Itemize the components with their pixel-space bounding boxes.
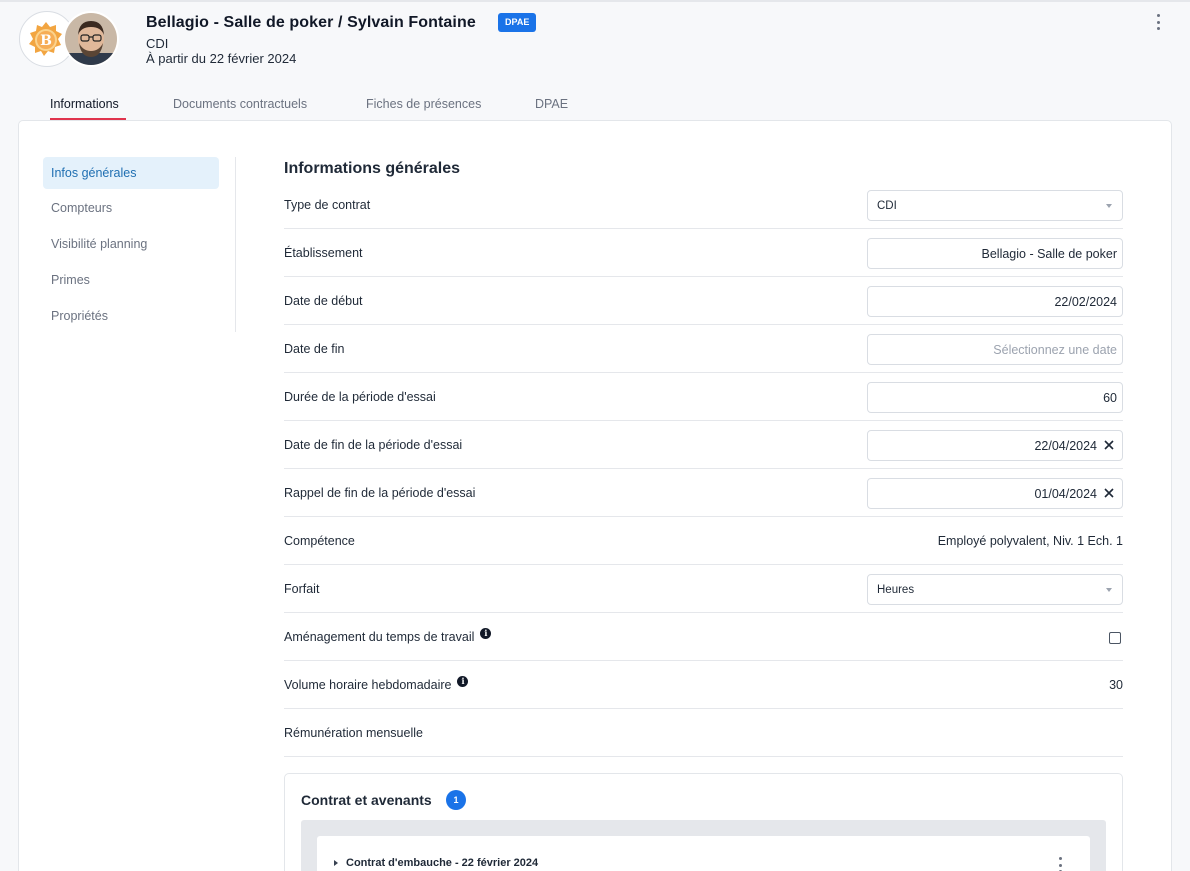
caret-down-icon bbox=[1106, 204, 1112, 208]
row-amenagement: Aménagement du temps de travail i bbox=[284, 613, 1123, 661]
contracts-count-badge: 1 bbox=[446, 790, 466, 810]
top-border bbox=[0, 0, 1190, 2]
sidebar-item-primes[interactable]: Primes bbox=[43, 264, 219, 296]
field-label-text: Aménagement du temps de travail bbox=[284, 629, 475, 644]
amenagement-checkbox[interactable] bbox=[1109, 632, 1121, 644]
field-value: 60 bbox=[1103, 390, 1117, 405]
tab-informations[interactable]: Informations bbox=[50, 97, 119, 111]
contract-options-icon[interactable] bbox=[1053, 855, 1067, 871]
row-volume-horaire: Volume horaire hebdomadaire i 30 bbox=[284, 661, 1123, 709]
select-value: Heures bbox=[877, 583, 915, 596]
field-label: Date de fin bbox=[284, 341, 345, 356]
competence-value: Employé polyvalent, Niv. 1 Ech. 1 bbox=[937, 533, 1123, 548]
establishment-field[interactable]: Bellagio - Salle de poker bbox=[867, 238, 1123, 269]
row-date-debut: Date de début 22/02/2024 bbox=[284, 277, 1123, 325]
page-title: Bellagio - Salle de poker / Sylvain Font… bbox=[146, 14, 476, 31]
forfait-select[interactable]: Heures bbox=[867, 574, 1123, 605]
field-placeholder: Sélectionnez une date bbox=[993, 342, 1117, 357]
svg-text:B: B bbox=[40, 33, 52, 49]
weekly-hours-value: 30 bbox=[1109, 677, 1123, 692]
section-title: Informations générales bbox=[284, 160, 461, 177]
caret-down-icon bbox=[1106, 588, 1112, 592]
field-label: Aménagement du temps de travail i bbox=[284, 613, 492, 660]
sidebar-item-proprietes[interactable]: Propriétés bbox=[43, 300, 219, 332]
contract-item-label[interactable]: Contrat d'embauche - 22 février 2024 bbox=[346, 857, 538, 869]
info-icon[interactable]: i bbox=[480, 628, 492, 639]
start-date-text: À partir du 22 février 2024 bbox=[146, 51, 297, 66]
field-label: Forfait bbox=[284, 581, 320, 596]
sidebar-item-visibilite-planning[interactable]: Visibilité planning bbox=[43, 228, 219, 260]
trial-end-date-field[interactable]: 22/04/2024 bbox=[867, 430, 1123, 461]
clear-icon[interactable] bbox=[1102, 486, 1116, 500]
dpae-badge: DPAE bbox=[498, 13, 537, 32]
clear-icon[interactable] bbox=[1102, 438, 1116, 452]
field-label: Établissement bbox=[284, 245, 363, 260]
tab-fiches-de-presences[interactable]: Fiches de présences bbox=[366, 97, 481, 111]
field-label: Durée de la période d'essai bbox=[284, 389, 436, 404]
employee-avatar bbox=[63, 11, 119, 67]
row-competence: Compétence Employé polyvalent, Niv. 1 Ec… bbox=[284, 517, 1123, 565]
field-label: Rémunération mensuelle bbox=[284, 725, 423, 740]
field-label: Compétence bbox=[284, 533, 355, 548]
avatar-group: B bbox=[19, 11, 119, 67]
row-type-contrat: Type de contrat CDI bbox=[284, 181, 1123, 229]
field-value: 22/04/2024 bbox=[1034, 438, 1097, 453]
field-value: Bellagio - Salle de poker bbox=[981, 246, 1118, 261]
field-value: 22/02/2024 bbox=[1054, 294, 1117, 309]
field-label: Date de fin de la période d'essai bbox=[284, 437, 463, 452]
row-fin-essai: Date de fin de la période d'essai 22/04/… bbox=[284, 421, 1123, 469]
trial-reminder-date-field[interactable]: 01/04/2024 bbox=[867, 478, 1123, 509]
sidebar-item-compteurs[interactable]: Compteurs bbox=[43, 192, 219, 224]
contracts-title: Contrat et avenants bbox=[301, 792, 432, 808]
expand-caret-icon[interactable] bbox=[334, 860, 338, 866]
contract-type-text: CDI bbox=[146, 36, 169, 51]
row-remuneration: Rémunération mensuelle bbox=[284, 709, 1123, 757]
field-label: Date de début bbox=[284, 293, 363, 308]
field-label: Rappel de fin de la période d'essai bbox=[284, 485, 476, 500]
sidebar-divider bbox=[235, 157, 236, 332]
field-value: 01/04/2024 bbox=[1034, 486, 1097, 501]
info-icon[interactable]: i bbox=[457, 676, 469, 687]
sidebar-item-infos-generales[interactable]: Infos générales bbox=[43, 157, 219, 189]
end-date-field[interactable]: Sélectionnez une date bbox=[867, 334, 1123, 365]
tab-documents-contractuels[interactable]: Documents contractuels bbox=[173, 97, 307, 111]
trial-duration-field[interactable]: 60 bbox=[867, 382, 1123, 413]
row-rappel-essai: Rappel de fin de la période d'essai 01/0… bbox=[284, 469, 1123, 517]
field-label: Volume horaire hebdomadaire i bbox=[284, 661, 469, 708]
tab-dpae[interactable]: DPAE bbox=[535, 97, 568, 111]
field-label-text: Volume horaire hebdomadaire bbox=[284, 677, 452, 692]
row-forfait: Forfait Heures bbox=[284, 565, 1123, 613]
more-options-icon[interactable] bbox=[1150, 12, 1166, 32]
field-label: Type de contrat bbox=[284, 197, 371, 212]
select-value: CDI bbox=[877, 199, 897, 212]
contract-type-select[interactable]: CDI bbox=[867, 190, 1123, 221]
row-duree-essai: Durée de la période d'essai 60 bbox=[284, 373, 1123, 421]
row-date-fin: Date de fin Sélectionnez une date bbox=[284, 325, 1123, 373]
row-etablissement: Établissement Bellagio - Salle de poker bbox=[284, 229, 1123, 277]
start-date-field[interactable]: 22/02/2024 bbox=[867, 286, 1123, 317]
